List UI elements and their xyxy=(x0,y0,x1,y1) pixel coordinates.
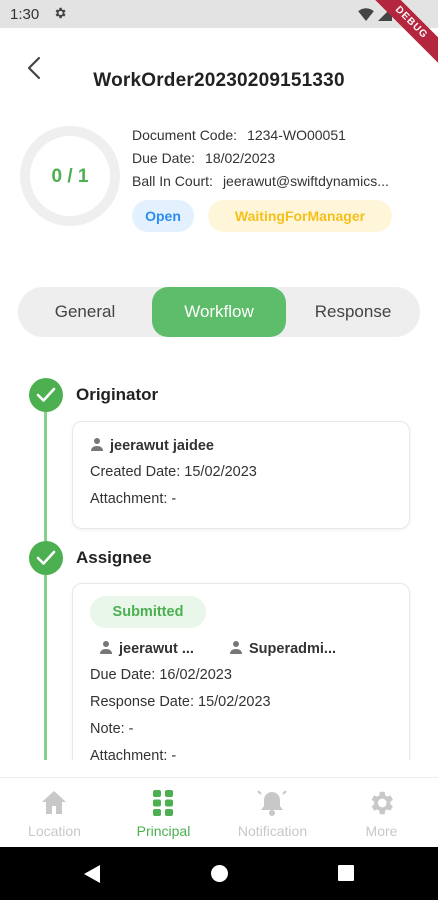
nav-label-notification: Notification xyxy=(237,823,308,839)
tab-bar: General Workflow Response xyxy=(18,287,420,337)
bottom-navigation: Location Principal Notification More xyxy=(0,777,438,847)
tab-workflow[interactable]: Workflow xyxy=(152,287,286,337)
originator-user-name: jeerawut jaidee xyxy=(110,438,214,454)
home-icon xyxy=(42,791,66,814)
settings-status-icon xyxy=(55,7,66,19)
status-badge-open: Open xyxy=(132,200,194,232)
originator-attachment: Attachment: - xyxy=(90,491,177,507)
status-time: 1:30 xyxy=(10,6,40,23)
grid-icon xyxy=(153,790,173,816)
person-icon xyxy=(100,641,112,654)
tab-response[interactable]: Response xyxy=(286,287,420,337)
assignee-user-1-name: jeerawut ... xyxy=(119,641,194,657)
debug-banner: DEBUG xyxy=(365,0,438,69)
ball-in-court-label: Ball In Court: xyxy=(132,173,213,189)
assignee-user-2: Superadmi... xyxy=(229,640,336,657)
check-circle-icon xyxy=(29,378,63,412)
system-navigation-bar xyxy=(0,847,438,900)
originator-user-row: jeerawut jaidee xyxy=(90,437,214,454)
page-title: WorkOrder20230209151330 xyxy=(93,70,345,91)
app-screen: 1:30 DEBUG WorkOrder20230209151330 0 / 1… xyxy=(0,0,438,900)
step-title-originator: Originator xyxy=(76,385,159,404)
recents-square-icon[interactable] xyxy=(338,865,354,881)
assignee-card: Submitted jeerawut ... Superadmi... Due … xyxy=(72,583,410,760)
document-code-value: 1234-WO00051 xyxy=(247,127,346,143)
assignee-user-1: jeerawut ... xyxy=(99,640,194,657)
timeline-connector xyxy=(44,412,47,542)
nav-item-notification[interactable]: Notification xyxy=(218,778,327,848)
assignee-user-2-name: Superadmi... xyxy=(249,641,337,657)
person-icon xyxy=(230,641,242,654)
workflow-timeline[interactable]: Originator jeerawut jaidee Created Date:… xyxy=(0,360,438,760)
check-circle-icon xyxy=(29,541,63,575)
nav-label-principal: Principal xyxy=(136,823,191,839)
nav-label-location: Location xyxy=(28,823,81,839)
due-date-value: 18/02/2023 xyxy=(205,150,276,166)
originator-card: jeerawut jaidee Created Date: 15/02/2023… xyxy=(72,421,410,529)
assignee-due-date: Due Date: 16/02/2023 xyxy=(90,667,232,683)
home-circle-icon[interactable] xyxy=(211,865,228,882)
due-date-row: Due Date: 18/02/2023 xyxy=(132,150,275,166)
assignee-response-date: Response Date: 15/02/2023 xyxy=(90,694,271,710)
gear-icon xyxy=(371,791,393,815)
nav-item-more[interactable]: More xyxy=(327,778,436,848)
due-date-label: Due Date: xyxy=(132,150,196,166)
nav-item-location[interactable]: Location xyxy=(0,778,109,848)
originator-created-date: Created Date: 15/02/2023 xyxy=(90,464,257,480)
status-badge-stage: WaitingForManager xyxy=(208,200,392,232)
step-title-assignee: Assignee xyxy=(76,548,152,567)
status-bar: 1:30 DEBUG xyxy=(0,0,438,69)
document-code-row: Document Code: 1234-WO00051 xyxy=(132,127,346,143)
nav-item-principal[interactable]: Principal xyxy=(109,778,218,848)
bell-icon xyxy=(257,790,287,816)
progress-label: 0 / 1 xyxy=(51,166,89,187)
back-triangle-icon[interactable] xyxy=(84,865,100,883)
submitted-badge: Submitted xyxy=(90,596,206,628)
assignee-attachment: Attachment: - xyxy=(90,748,177,760)
wifi-icon xyxy=(358,8,374,21)
person-icon xyxy=(91,438,103,451)
timeline-connector xyxy=(44,575,47,760)
assignee-note: Note: - xyxy=(90,721,134,737)
document-code-label: Document Code: xyxy=(132,127,238,143)
tab-general[interactable]: General xyxy=(18,287,152,337)
nav-label-more: More xyxy=(365,823,398,839)
ball-in-court-value: jeerawut@swiftdynamics... xyxy=(222,173,389,189)
ball-in-court-row: Ball In Court: jeerawut@swiftdynamics... xyxy=(132,173,389,189)
